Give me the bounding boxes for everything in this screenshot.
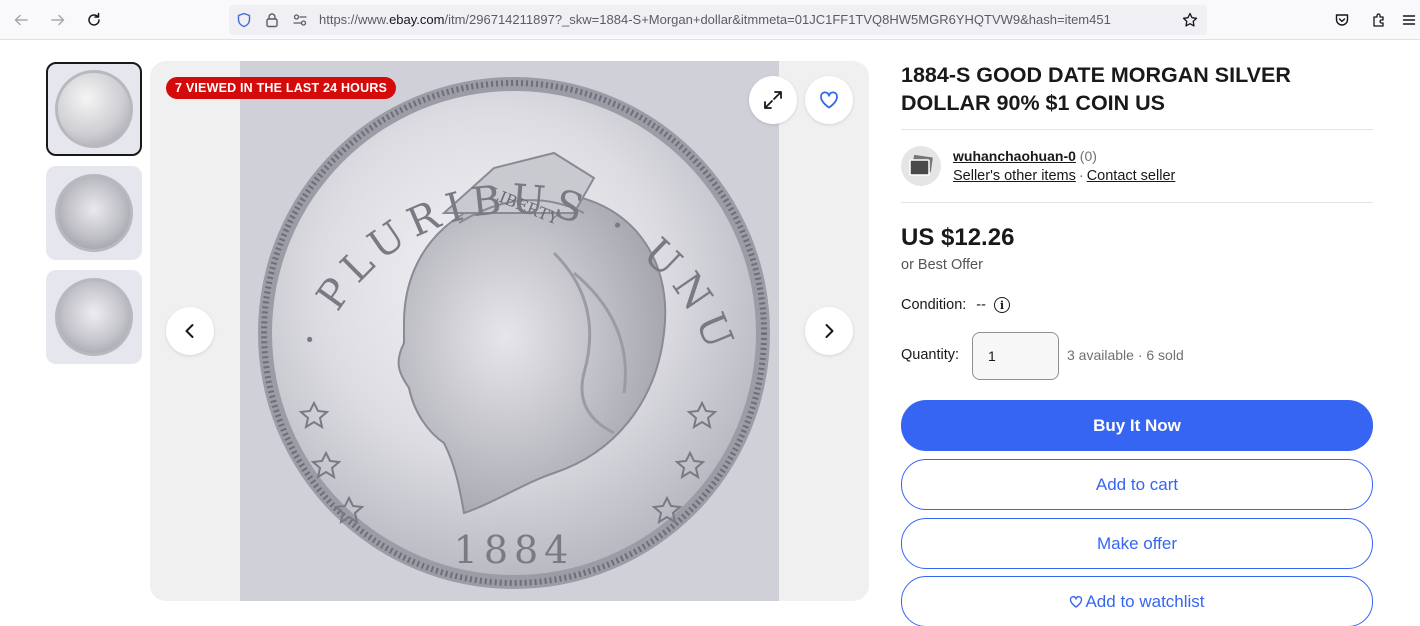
seller-avatar[interactable] bbox=[901, 146, 941, 186]
seller-other-items-link[interactable]: Seller's other items bbox=[953, 168, 1076, 184]
heart-icon bbox=[820, 91, 838, 109]
add-to-cart-button[interactable]: Add to cart bbox=[901, 459, 1373, 510]
forward-arrow-icon[interactable] bbox=[45, 8, 71, 32]
thumbnail-coin-image bbox=[55, 278, 133, 356]
add-to-cart-label: Add to cart bbox=[1095, 474, 1179, 494]
thumbnail-obverse[interactable] bbox=[46, 62, 142, 156]
seller-name-link[interactable]: wuhanchaohuan-0 bbox=[953, 148, 1076, 164]
bookmark-star-icon[interactable] bbox=[1182, 12, 1198, 28]
thumbnail-reverse-1[interactable] bbox=[46, 166, 142, 260]
thumbnail-coin-image bbox=[55, 174, 133, 252]
coin-year: 1884 bbox=[454, 528, 575, 572]
condition-row: Condition: -- i bbox=[901, 296, 1010, 314]
listing-title: 1884-S GOOD DATE MORGAN SILVER DOLLAR 90… bbox=[901, 63, 1291, 115]
thumbnail-reverse-2[interactable] bbox=[46, 270, 142, 364]
coin-photo: LIBERTY E · PLURIBUS · UNUM 1884 bbox=[240, 61, 779, 601]
expand-image-button[interactable] bbox=[749, 76, 797, 124]
reload-icon[interactable] bbox=[81, 8, 107, 32]
pocket-icon[interactable] bbox=[1329, 8, 1355, 32]
separator-dot: · bbox=[1078, 168, 1084, 184]
url-prefix: https://www. bbox=[319, 12, 390, 27]
condition-label: Condition: bbox=[901, 297, 967, 313]
contact-seller-link[interactable]: Contact seller bbox=[1087, 168, 1176, 184]
coin-image: LIBERTY E · PLURIBUS · UNUM 1884 bbox=[254, 73, 770, 589]
shield-icon[interactable] bbox=[236, 12, 252, 28]
quantity-input[interactable]: 1 bbox=[972, 332, 1059, 380]
availability-text: 3 available · 6 sold bbox=[1067, 347, 1184, 363]
best-offer-label: or Best Offer bbox=[901, 257, 983, 273]
menu-icon[interactable] bbox=[1396, 8, 1420, 32]
next-image-button[interactable] bbox=[805, 307, 853, 355]
divider bbox=[901, 129, 1373, 130]
chevron-left-icon bbox=[185, 324, 194, 338]
browser-toolbar: https://www.ebay.com/itm/296714211897?_s… bbox=[0, 0, 1420, 40]
main-image-viewer[interactable]: LIBERTY E · PLURIBUS · UNUM 1884 7 VIEWE… bbox=[150, 61, 869, 601]
chevron-right-icon bbox=[825, 324, 834, 338]
url-text[interactable]: https://www.ebay.com/itm/296714211897?_s… bbox=[319, 12, 1171, 28]
extensions-icon[interactable] bbox=[1366, 8, 1392, 32]
make-offer-label: Make offer bbox=[1096, 533, 1177, 553]
quantity-label: Quantity: bbox=[901, 347, 960, 363]
buy-it-now-label: Buy It Now bbox=[1093, 415, 1181, 435]
url-path: /itm/296714211897?_skw=1884-S+Morgan+dol… bbox=[444, 12, 1111, 27]
views-badge: 7 VIEWED IN THE LAST 24 HOURS bbox=[166, 77, 397, 99]
thumbnail-coin-image bbox=[55, 70, 133, 148]
item-price: US $12.26 bbox=[901, 224, 1015, 251]
add-to-watchlist-label: Add to watchlist bbox=[1085, 591, 1205, 611]
add-to-watchlist-button[interactable]: Add to watchlist bbox=[901, 576, 1373, 626]
url-bar[interactable]: https://www.ebay.com/itm/296714211897?_s… bbox=[229, 5, 1207, 35]
previous-image-button[interactable] bbox=[166, 307, 214, 355]
expand-icon bbox=[764, 91, 782, 109]
divider bbox=[901, 202, 1373, 203]
url-domain: ebay.com bbox=[389, 12, 445, 27]
seller-links: Seller's other items · Contact seller bbox=[953, 167, 1175, 185]
buy-it-now-button[interactable]: Buy It Now bbox=[901, 400, 1373, 451]
watch-heart-button[interactable] bbox=[805, 76, 853, 124]
condition-value: -- bbox=[976, 297, 986, 313]
seller-feedback-count: (0) bbox=[1079, 148, 1097, 164]
permissions-icon[interactable] bbox=[292, 12, 308, 28]
seller-store-icon bbox=[909, 155, 933, 176]
back-arrow-icon[interactable] bbox=[8, 8, 34, 32]
heart-icon bbox=[1069, 595, 1083, 609]
info-icon[interactable]: i bbox=[993, 297, 1010, 313]
lock-icon[interactable] bbox=[264, 12, 280, 28]
make-offer-button[interactable]: Make offer bbox=[901, 518, 1373, 569]
seller-info: wuhanchaohuan-0 (0) bbox=[953, 147, 1097, 165]
